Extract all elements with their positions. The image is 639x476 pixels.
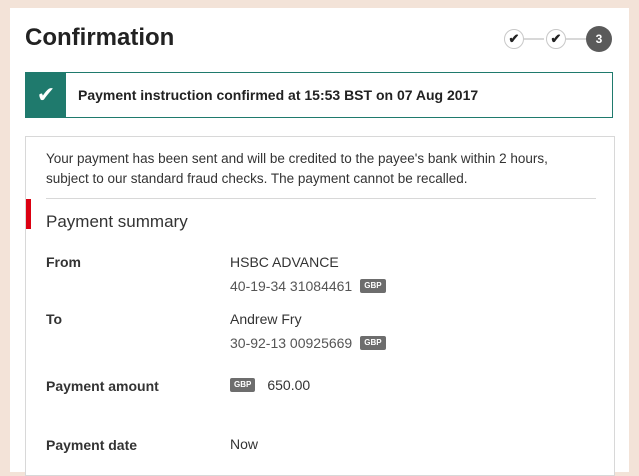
payment-notice: Your payment has been sent and will be c… [46, 151, 548, 186]
section-accent-bar [26, 199, 31, 229]
to-account-number: 30-92-13 00925669 GBP [230, 335, 386, 351]
date-value: Now [230, 436, 259, 452]
to-payee-name: Andrew Fry [230, 311, 302, 327]
step-connector [524, 38, 544, 40]
page-title: Confirmation [25, 24, 175, 51]
step-2-check-icon: ✔ [546, 29, 566, 49]
from-account-name: HSBC ADVANCE [230, 254, 339, 270]
step-connector [566, 38, 586, 40]
from-label: From [46, 254, 81, 270]
banner-message: Payment instruction confirmed at 15:53 B… [78, 87, 479, 103]
step-1-check-icon: ✔ [504, 29, 524, 49]
progress-stepper: ✔ ✔ 3 [504, 26, 614, 52]
payment-details-card: Your payment has been sent and will be c… [25, 136, 615, 476]
to-label: To [46, 311, 63, 327]
confirmation-banner: ✔ Payment instruction confirmed at 15:53… [25, 72, 613, 118]
date-label: Payment date [46, 437, 138, 453]
from-account-number-text: 40-19-34 31084461 [230, 278, 353, 294]
check-icon: ✔ [26, 73, 66, 117]
amount-value: GBP 650.00 [230, 377, 310, 393]
divider [46, 198, 596, 199]
amount-label: Payment amount [46, 378, 159, 394]
from-account-number: 40-19-34 31084461 GBP [230, 278, 386, 294]
currency-badge: GBP [230, 378, 256, 393]
amount-text: 650.00 [267, 377, 311, 393]
currency-badge: GBP [360, 279, 386, 294]
confirmation-page: Confirmation ✔ ✔ 3 ✔ Payment instruction… [10, 8, 629, 476]
to-account-number-text: 30-92-13 00925669 [230, 335, 353, 351]
section-title: Payment summary [46, 212, 188, 231]
currency-badge: GBP [360, 336, 386, 351]
step-current: 3 [586, 26, 612, 52]
